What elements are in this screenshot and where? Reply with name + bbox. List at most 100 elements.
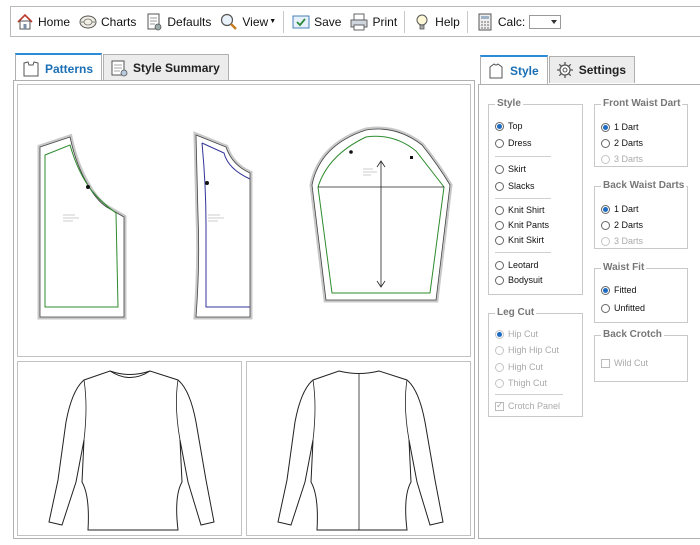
checkbox — [601, 358, 610, 368]
front-bodice-piece — [37, 133, 127, 320]
radio-button[interactable] — [601, 122, 610, 132]
option-label: High Hip Cut — [508, 345, 560, 355]
defaults-label: Defaults — [167, 14, 212, 29]
save-check-icon — [292, 15, 310, 28]
home-icon — [17, 13, 33, 29]
charts-button[interactable]: Charts — [74, 7, 140, 36]
style-option-slacks[interactable]: Slacks — [495, 181, 535, 191]
style-option-dress[interactable]: Dress — [495, 138, 532, 148]
radio-button — [601, 154, 610, 164]
radio-button[interactable] — [601, 204, 610, 214]
radio-button[interactable] — [495, 181, 504, 191]
help-button[interactable]: Help — [408, 7, 464, 36]
tape-measure-icon — [79, 15, 97, 28]
save-label: Save — [314, 14, 342, 29]
leg-cut-option-high-hip: High Hip Cut — [495, 345, 559, 355]
option-label: Fitted — [614, 285, 637, 295]
leg-cut-option-thigh: Thigh Cut — [495, 378, 547, 388]
back-waist-darts-group: Back Waist Darts 1 Dart 2 Darts 3 Darts — [594, 180, 688, 249]
leg-cut-option-high: High Cut — [495, 362, 543, 372]
option-label: Leotard — [508, 260, 539, 270]
tab-patterns[interactable]: Patterns — [15, 53, 103, 82]
toolbar-separator — [283, 10, 285, 33]
radio-button — [495, 345, 504, 355]
calc-control: Calc: — [471, 7, 565, 36]
leg-cut-group: Leg Cut Hip Cut High Hip Cut High Cut Th… — [488, 307, 583, 417]
patterns-panel — [13, 80, 475, 539]
sleeve-piece — [309, 126, 453, 303]
style-option-knit-skirt[interactable]: Knit Skirt — [495, 235, 544, 245]
front-waist-dart-group: Front Waist Dart 1 Dart 2 Darts 3 Darts — [594, 98, 688, 167]
back-dart-option-2[interactable]: 2 Darts — [601, 220, 643, 230]
wild-cut-checkbox: Wild Cut — [601, 358, 648, 368]
radio-button[interactable] — [601, 303, 610, 313]
radio-button[interactable] — [495, 121, 504, 131]
option-label: Thigh Cut — [508, 378, 548, 388]
charts-label: Charts — [101, 14, 137, 29]
tab-patterns-label: Patterns — [45, 61, 94, 76]
back-garment-sketch — [277, 370, 444, 531]
option-label: 1 Dart — [614, 204, 639, 214]
back-sketch-pane — [246, 361, 471, 536]
option-label: 2 Darts — [614, 138, 644, 148]
calc-select[interactable] — [529, 14, 562, 29]
home-label: Home — [38, 14, 71, 29]
style-option-skirt[interactable]: Skirt — [495, 164, 526, 174]
waist-fit-option-unfitted[interactable]: Unfitted — [601, 303, 645, 313]
gear-icon — [556, 62, 573, 78]
magnifier-icon — [221, 13, 238, 30]
back-waist-darts-title: Back Waist Darts — [601, 180, 687, 191]
style-option-bodysuit[interactable]: Bodysuit — [495, 275, 543, 285]
tab-settings[interactable]: Settings — [548, 56, 636, 83]
style-option-top[interactable]: Top — [495, 121, 523, 131]
radio-button — [495, 329, 504, 339]
save-button[interactable]: Save — [287, 7, 345, 36]
front-dart-option-1[interactable]: 1 Dart — [601, 122, 639, 132]
calc-label: Calc: — [497, 14, 526, 29]
print-label: Print — [372, 14, 398, 29]
radio-button[interactable] — [601, 285, 610, 295]
style-group: Style Top Dress Skirt Slacks Knit Shirt … — [488, 98, 583, 295]
radio-button[interactable] — [601, 138, 610, 148]
document-settings-icon — [147, 13, 162, 30]
option-label: 3 Darts — [614, 154, 644, 164]
printer-icon — [351, 13, 368, 30]
back-crotch-title: Back Crotch — [601, 329, 664, 340]
radio-button[interactable] — [495, 275, 504, 285]
defaults-button[interactable]: Defaults — [140, 7, 215, 36]
radio-button[interactable] — [495, 138, 504, 148]
tab-style-summary[interactable]: Style Summary — [103, 54, 229, 81]
divider — [495, 252, 551, 253]
option-label: Crotch Panel — [508, 401, 561, 411]
waist-fit-option-fitted[interactable]: Fitted — [601, 285, 637, 295]
style-option-knit-pants[interactable]: Knit Pants — [495, 220, 549, 230]
home-button[interactable]: Home — [11, 7, 74, 36]
option-label: 2 Darts — [614, 220, 644, 230]
pattern-pieces-pane — [17, 84, 471, 357]
style-group-title: Style — [495, 98, 523, 109]
radio-button[interactable] — [601, 220, 610, 230]
back-crotch-group: Back Crotch Wild Cut — [594, 329, 688, 382]
pattern-icon — [23, 60, 39, 76]
option-label: Knit Pants — [508, 220, 550, 230]
print-button[interactable]: Print — [345, 7, 401, 36]
tab-style[interactable]: Style — [480, 55, 548, 84]
front-dart-option-2[interactable]: 2 Darts — [601, 138, 643, 148]
radio-button — [495, 378, 504, 388]
left-tab-strip: Patterns Style Summary — [15, 53, 230, 83]
leg-cut-option-hip: Hip Cut — [495, 329, 538, 339]
back-dart-option-1[interactable]: 1 Dart — [601, 204, 639, 214]
radio-button[interactable] — [495, 205, 504, 215]
option-label: High Cut — [508, 362, 544, 372]
option-label: Hip Cut — [508, 329, 539, 339]
shirt-icon — [489, 62, 503, 78]
style-option-leotard[interactable]: Leotard — [495, 260, 539, 270]
view-button[interactable]: View ▼ — [215, 7, 280, 36]
toolbar-separator — [404, 10, 406, 33]
divider — [495, 198, 551, 199]
radio-button[interactable] — [495, 235, 504, 245]
radio-button[interactable] — [495, 260, 504, 270]
radio-button[interactable] — [495, 220, 504, 230]
style-option-knit-shirt[interactable]: Knit Shirt — [495, 205, 545, 215]
radio-button[interactable] — [495, 164, 504, 174]
